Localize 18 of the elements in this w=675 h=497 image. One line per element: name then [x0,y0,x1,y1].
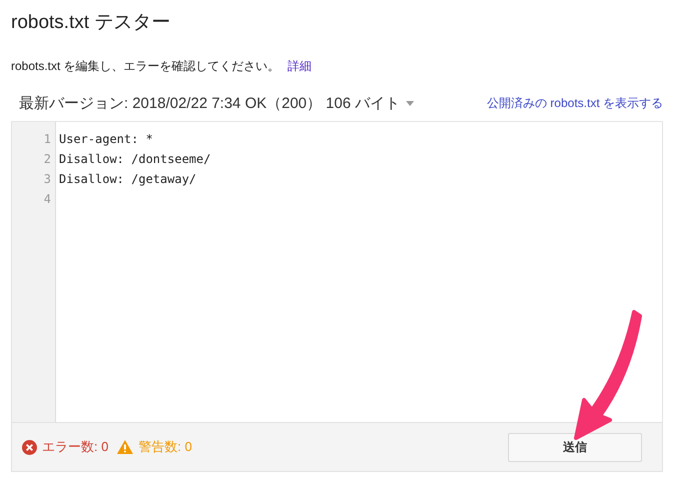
warning-icon [117,440,134,454]
caret-icon [406,101,414,106]
line-number: 2 [42,151,52,168]
page-title: robots.txt テスター [11,11,172,35]
view-published-link[interactable]: 公開済みの robots.txt を表示する [486,95,663,112]
description-text: robots.txt を編集し、エラーを確認してください。 [11,58,280,74]
code-line: Disallow: /getaway/ [59,172,196,186]
details-link[interactable]: 詳細 [288,58,312,74]
code-line: User-agent: * [59,132,153,146]
submit-button[interactable]: 送信 [508,432,642,462]
line-number: 1 [42,131,52,148]
version-dropdown[interactable]: 最新バージョン: 2018/02/22 7:34 OK（200） 106 バイト [19,94,414,113]
warning-count: 警告数: 0 [138,438,192,456]
error-count: エラー数: 0 [42,438,108,456]
error-icon [22,440,37,454]
line-number: 3 [42,171,52,188]
code-line: Disallow: /dontseeme/ [59,152,211,166]
line-number: 4 [42,191,52,208]
